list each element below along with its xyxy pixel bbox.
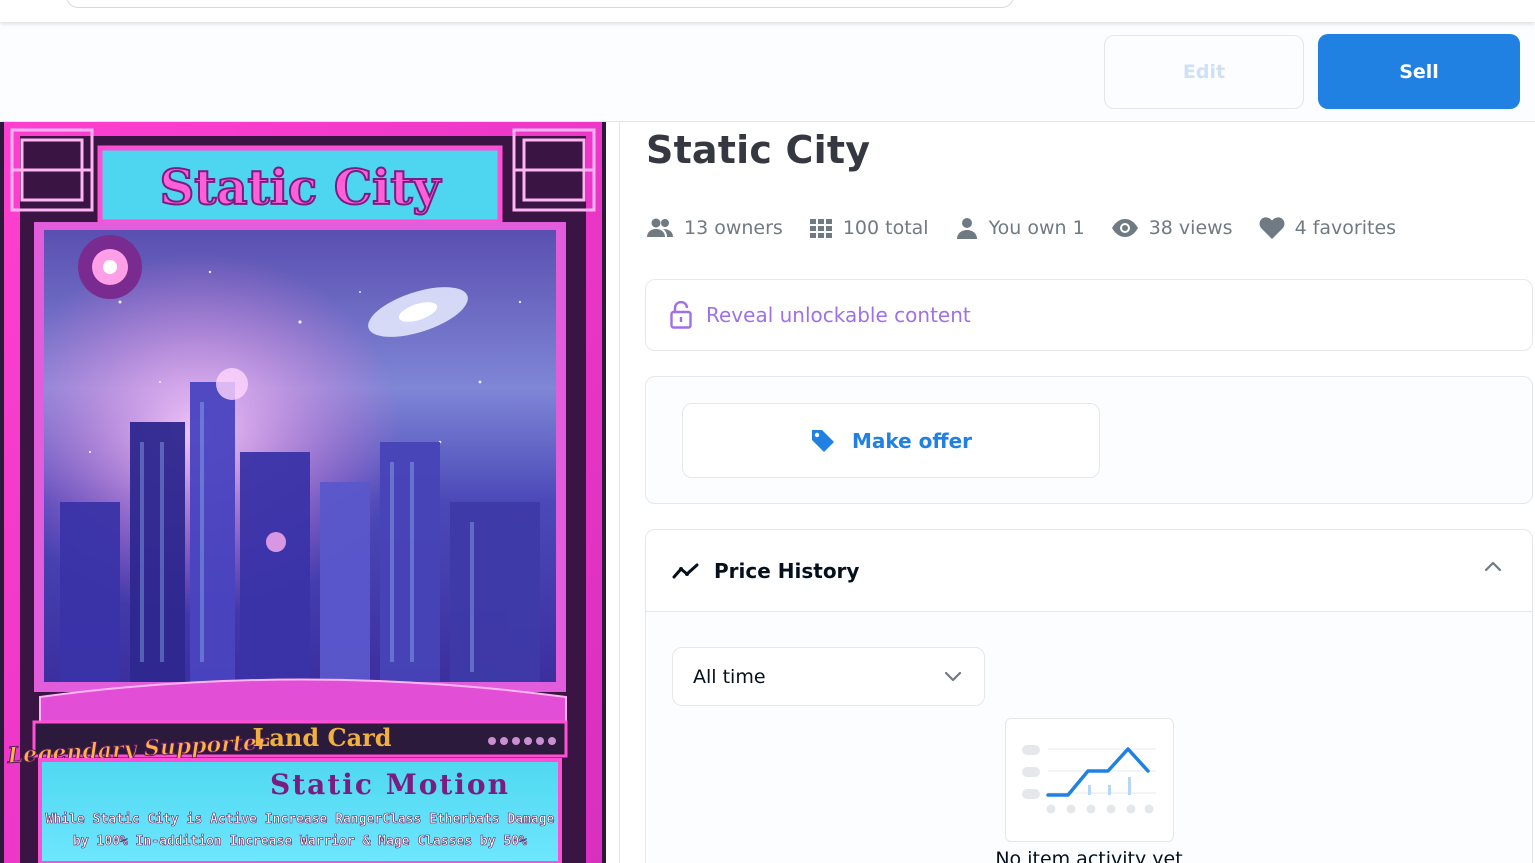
favorites-stat[interactable]: 4 favorites xyxy=(1259,216,1396,240)
top-navbar xyxy=(0,0,1535,22)
reveal-unlockable-button[interactable]: Reveal unlockable content xyxy=(645,279,1533,351)
time-range-select[interactable]: All time xyxy=(672,647,985,706)
make-offer-label: Make offer xyxy=(851,428,973,453)
price-history-body: All time No item activity yet xyxy=(646,612,1532,863)
sell-button[interactable]: Sell xyxy=(1318,34,1520,109)
item-stats: 13 owners 100 total You own 1 38 views 4… xyxy=(646,212,1422,244)
card-ability-name: Static Motion xyxy=(270,768,510,801)
tag-icon xyxy=(811,429,834,452)
card-ability-text-2: by 100% In-addition Increase Warrior & M… xyxy=(73,834,527,849)
chevron-up-icon[interactable] xyxy=(1484,560,1502,572)
card-artwork[interactable]: Static City Legendary Supporter Land Car… xyxy=(0,122,606,863)
item-title: Static City xyxy=(646,128,871,172)
make-offer-button[interactable]: Make offer xyxy=(682,403,1100,478)
owners-count: 13 owners xyxy=(684,217,783,239)
you-own-count: You own 1 xyxy=(988,217,1085,239)
offer-panel: Make offer xyxy=(645,376,1533,504)
reveal-unlockable-label: Reveal unlockable content xyxy=(706,303,971,327)
you-own-stat[interactable]: You own 1 xyxy=(955,217,1085,239)
lock-icon xyxy=(670,301,692,329)
people-icon xyxy=(647,218,673,237)
grid-icon xyxy=(809,219,832,238)
item-media-column: Static City Legendary Supporter Land Car… xyxy=(0,122,620,863)
views-stat: 38 views xyxy=(1111,217,1233,239)
edit-button[interactable]: Edit xyxy=(1104,35,1304,109)
time-range-value: All time xyxy=(693,665,766,688)
views-count: 38 views xyxy=(1148,217,1233,239)
price-history-header[interactable]: Price History xyxy=(646,530,1532,612)
favorites-count: 4 favorites xyxy=(1294,217,1397,239)
search-input[interactable] xyxy=(66,0,1014,8)
empty-chart-illustration xyxy=(1005,718,1174,842)
total-stat: 100 total xyxy=(809,217,929,239)
empty-activity-text: No item activity yet xyxy=(995,848,1183,863)
price-history-panel: Price History All time No item activity … xyxy=(645,529,1533,863)
total-count: 100 total xyxy=(842,217,929,239)
item-action-bar: Edit Sell xyxy=(0,22,1535,122)
trending-line-icon xyxy=(672,563,699,578)
card-ability-text-1: While Static City is Active Increase Ran… xyxy=(46,812,555,827)
person-icon xyxy=(956,218,977,239)
eye-icon xyxy=(1111,219,1138,237)
price-history-title: Price History xyxy=(714,558,860,583)
heart-icon xyxy=(1259,217,1285,239)
chevron-down-icon xyxy=(944,671,962,682)
owners-stat[interactable]: 13 owners xyxy=(646,217,783,239)
card-type: Land Card xyxy=(252,723,391,752)
card-title-art: Static City xyxy=(160,160,443,216)
